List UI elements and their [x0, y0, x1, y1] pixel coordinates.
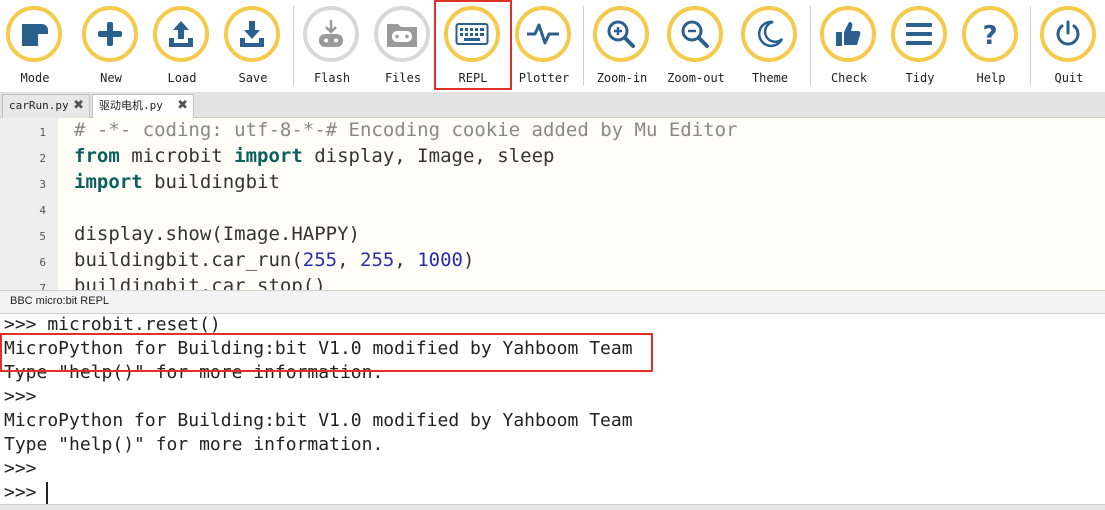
pulse-icon: [527, 23, 559, 45]
tab-label: 驱动电机.py: [99, 99, 163, 112]
check-label: Check: [830, 71, 868, 85]
load-button[interactable]: Load: [149, 0, 215, 92]
tab-carrun[interactable]: carRun.py ✖: [2, 94, 90, 118]
plotter-label: Plotter: [518, 71, 570, 85]
line-number: 2: [39, 152, 46, 165]
zoom-out-icon: [681, 20, 709, 48]
banner-highlight-box: [0, 333, 653, 372]
line-number: 3: [39, 178, 46, 191]
toolbar-separator: [583, 6, 584, 86]
quit-label: Quit: [1054, 71, 1084, 85]
plus-icon: [98, 22, 122, 46]
keyword: import: [234, 145, 303, 167]
keyword: from: [74, 145, 120, 167]
plotter-button[interactable]: Plotter: [511, 0, 577, 92]
microbit-files-icon: [387, 24, 417, 47]
keyword: import: [74, 171, 143, 193]
tab-label: carRun.py: [9, 99, 69, 112]
number-literal: 255: [302, 249, 338, 271]
tidy-label: Tidy: [905, 71, 935, 85]
tab-drive-motor[interactable]: 驱动电机.py ✖: [92, 94, 194, 118]
code-text: buildingbit: [142, 171, 280, 193]
repl-line: >>>: [4, 458, 37, 479]
tab-bar: carRun.py ✖ 驱动电机.py ✖: [0, 92, 1105, 118]
line-number-gutter: 1 2 3 4 5 6 7: [0, 118, 58, 290]
microbit-flash-icon: [319, 20, 343, 47]
zoom-in-icon: [607, 20, 635, 48]
line-number: 1: [39, 126, 46, 139]
line-number: 5: [39, 230, 46, 243]
flash-button[interactable]: Flash: [299, 0, 365, 92]
text-cursor: [46, 482, 48, 504]
number-literal: 1000: [417, 249, 463, 271]
flash-label: Flash: [313, 71, 351, 85]
code-line-6: buildingbit.car_run(255, 255, 1000): [74, 249, 474, 271]
repl-line: Type "help()" for more information.: [4, 434, 384, 455]
question-icon: ?: [982, 21, 997, 49]
lines-icon: [906, 23, 932, 45]
upload-icon: [169, 21, 193, 47]
zoom-out-button[interactable]: Zoom-out: [663, 0, 729, 92]
repl-title: BBC micro:bit REPL: [10, 295, 110, 307]
repl-panel-header: BBC micro:bit REPL: [0, 290, 1105, 314]
code-text: ): [462, 249, 475, 271]
close-icon[interactable]: ✖: [73, 95, 84, 117]
toolbar-separator: [810, 6, 811, 86]
toolbar-separator: [293, 6, 294, 86]
zoom-in-label: Zoom-in: [596, 71, 648, 85]
code-text: display, Image, sleep: [302, 145, 555, 167]
code-line-3: import buildingbit: [74, 171, 280, 193]
files-label: Files: [384, 71, 422, 85]
files-button[interactable]: Files: [370, 0, 436, 92]
mode-button[interactable]: Mode: [2, 0, 68, 92]
moon-icon: [757, 20, 784, 48]
download-icon: [240, 21, 264, 47]
zoom-in-button[interactable]: Zoom-in: [589, 0, 655, 92]
mode-icon: [22, 24, 48, 46]
code-editor[interactable]: 1 2 3 4 5 6 7 # -*- coding: utf-8-*-# En…: [0, 118, 1105, 290]
code-line-7: buildingbit.car_stop(): [74, 275, 326, 290]
line-number: 7: [39, 282, 46, 290]
save-label: Save: [238, 71, 268, 85]
code-text: microbit: [119, 145, 235, 167]
repl-prompt-line[interactable]: >>>: [4, 482, 47, 503]
repl-highlight-box: [434, 0, 512, 90]
zoom-out-label: Zoom-out: [667, 71, 725, 85]
code-line-1: # -*- coding: utf-8-*-# Encoding cookie …: [74, 119, 738, 141]
line-number: 4: [39, 204, 46, 217]
toolbar-separator: [1030, 6, 1031, 86]
repl-line: >>>: [4, 386, 37, 407]
theme-button[interactable]: Theme: [737, 0, 803, 92]
repl-line: MicroPython for Building:bit V1.0 modifi…: [4, 410, 633, 431]
close-icon[interactable]: ✖: [177, 95, 188, 117]
check-button[interactable]: Check: [816, 0, 882, 92]
toolbar: Mode New Load Save Flash Files REPL Plot…: [0, 0, 1105, 92]
help-button[interactable]: ? Help: [958, 0, 1024, 92]
thumbs-up-icon: [836, 22, 861, 46]
power-icon: [1056, 20, 1080, 46]
quit-button[interactable]: Quit: [1036, 0, 1102, 92]
repl-line: >>> microbit.reset(): [4, 314, 221, 335]
code-text: ,: [394, 249, 418, 271]
line-number: 6: [39, 256, 46, 269]
tidy-button[interactable]: Tidy: [887, 0, 953, 92]
code-line-5: display.show(Image.HAPPY): [74, 223, 360, 245]
svg-text:?: ?: [982, 21, 997, 49]
theme-label: Theme: [751, 71, 789, 85]
code-text: buildingbit.car_run(: [74, 249, 303, 271]
code-text: ,: [337, 249, 360, 271]
help-label: Help: [976, 71, 1006, 85]
repl-console[interactable]: >>> microbit.reset() MicroPython for Bui…: [0, 314, 1105, 504]
mode-label: Mode: [20, 71, 50, 85]
load-label: Load: [167, 71, 197, 85]
new-label: New: [100, 71, 122, 85]
number-literal: 255: [360, 249, 395, 271]
save-button[interactable]: Save: [220, 0, 286, 92]
status-bar: [0, 504, 1105, 510]
code-line-2: from microbit import display, Image, sle…: [74, 145, 554, 167]
new-button[interactable]: New: [78, 0, 144, 92]
